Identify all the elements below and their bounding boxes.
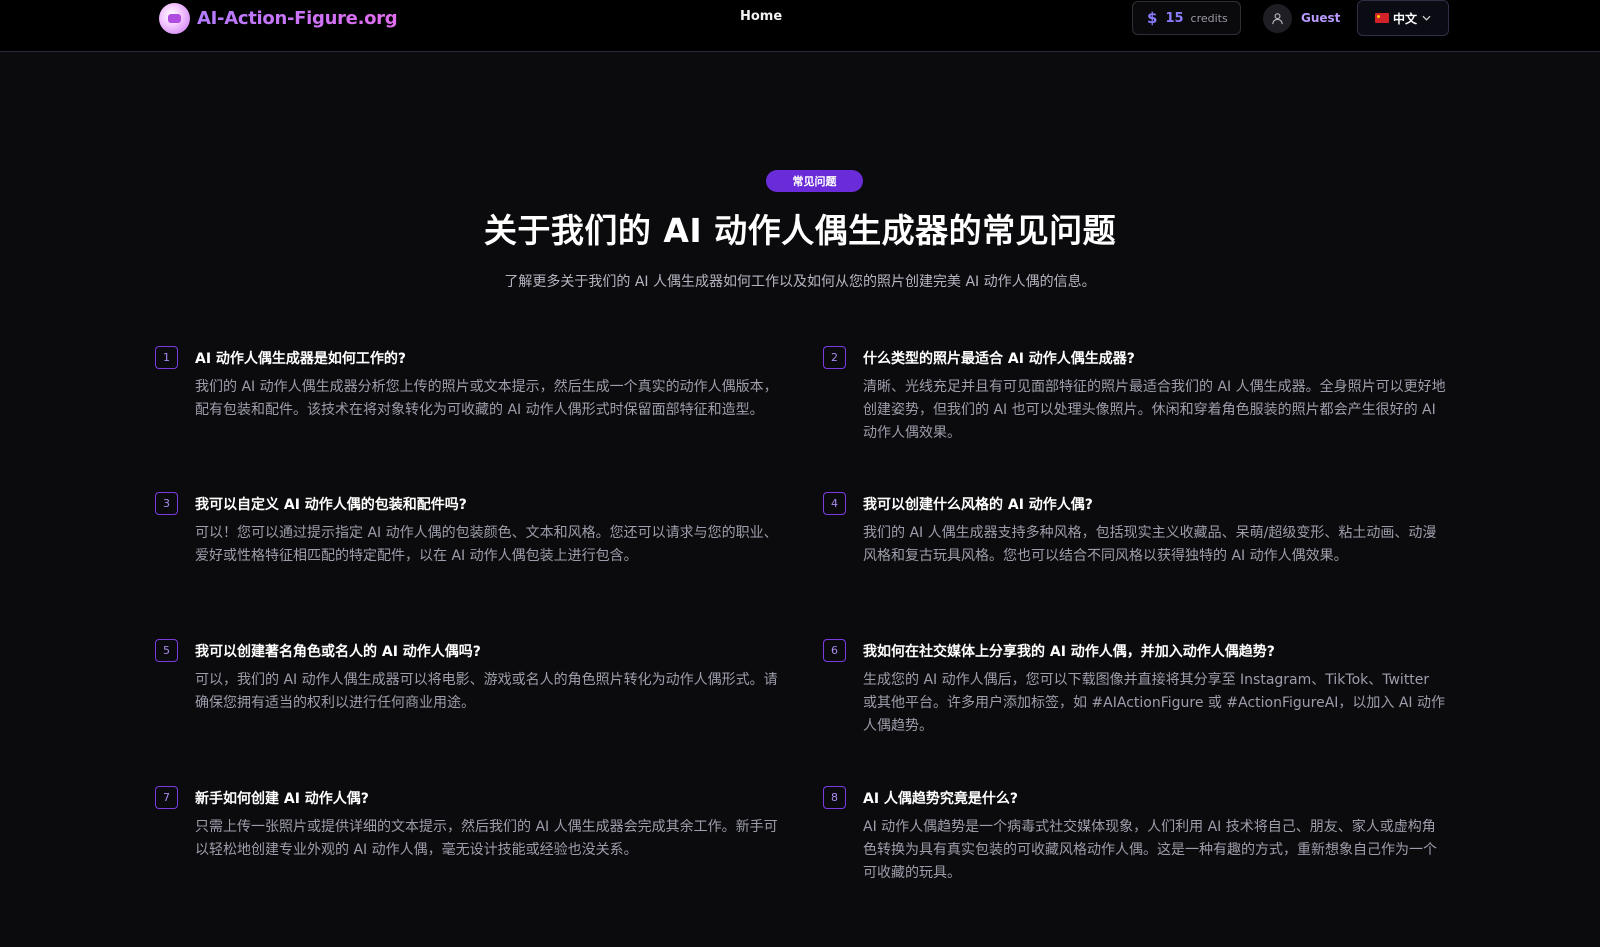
user-avatar-icon [1263,3,1292,33]
faq-number-badge: 4 [823,492,846,515]
user-name: Guest [1301,11,1341,25]
logo-text: AI-Action-Figure.org [197,7,398,29]
language-label: 中文 [1392,11,1417,26]
chevron-down-icon [1422,13,1431,24]
faq-answer: 我们的 AI 动作人偶生成器分析您上传的照片或文本提示，然后生成一个真实的动作人… [195,379,778,418]
faq-question: 我可以创建著名角色或名人的 AI 动作人偶吗? [195,644,481,660]
credits-count: 15 [1165,10,1184,26]
faq-answer: 我们的 AI 人偶生成器支持多种风格，包括现实主义收藏品、呆萌/超级变形、粘土动… [863,525,1437,564]
language-selector[interactable]: 中文 [1357,0,1449,36]
faq-question: 新手如何创建 AI 动作人偶? [195,791,369,807]
faq-number-badge: 1 [155,346,178,369]
top-navigation-bar: AI-Action-Figure.org Home $ 15 credits G… [0,0,1600,52]
faq-number-badge: 5 [155,639,178,662]
logo-icon [159,2,190,34]
faq-question: 我如何在社交媒体上分享我的 AI 动作人偶，并加入动作人偶趋势? [863,644,1275,660]
faq-number-badge: 8 [823,786,846,809]
faq-answer: AI 动作人偶趋势是一个病毒式社交媒体现象，人们利用 AI 技术将自己、朋友、家… [863,819,1437,881]
faq-question: AI 人偶趋势究竟是什么? [863,791,1019,807]
section-title: 关于我们的 AI 动作人偶生成器的常见问题 [483,211,1117,250]
faq-answer: 清晰、光线充足并且有可见面部特征的照片最适合我们的 AI 人偶生成器。全身照片可… [863,379,1446,441]
faq-question: 我可以自定义 AI 动作人偶的包装和配件吗? [195,497,467,513]
china-flag-icon [1374,13,1389,23]
site-logo[interactable]: AI-Action-Figure.org [159,2,398,34]
faq-answer: 可以！您可以通过提示指定 AI 动作人偶的包装颜色、文本和风格。您还可以请求与您… [195,525,778,564]
faq-number-badge: 3 [155,492,178,515]
faq-badge: 常见问题 [766,170,863,192]
faq-number-badge: 2 [823,346,846,369]
user-menu[interactable]: Guest [1263,1,1340,35]
dollar-icon: $ [1147,9,1158,27]
faq-answer: 生成您的 AI 动作人偶后，您可以下载图像并直接将其分享至 Instagram、… [863,672,1446,734]
faq-answer: 只需上传一张照片或提供详细的文本提示，然后我们的 AI 人偶生成器会完成其余工作… [195,819,778,858]
faq-number-badge: 7 [155,786,178,809]
faq-question: 什么类型的照片最适合 AI 动作人偶生成器? [863,351,1135,367]
faq-question: 我可以创建什么风格的 AI 动作人偶? [863,497,1093,513]
faq-question: AI 动作人偶生成器是如何工作的? [195,351,407,367]
section-subtitle: 了解更多关于我们的 AI 人偶生成器如何工作以及如何从您的照片创建完美 AI 动… [504,274,1096,290]
faq-number-badge: 6 [823,639,846,662]
faq-answer: 可以，我们的 AI 动作人偶生成器可以将电影、游戏或名人的角色照片转化为动作人偶… [195,672,778,711]
nav-home-link[interactable]: Home [740,9,782,24]
credits-button[interactable]: $ 15 credits [1132,1,1241,35]
credits-label: credits [1190,11,1228,25]
